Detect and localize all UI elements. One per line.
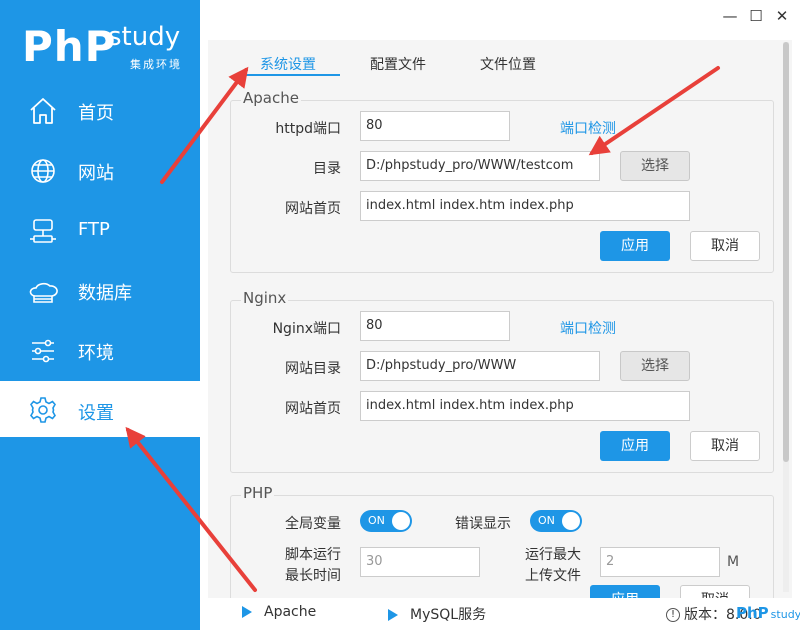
sidebar-item-label: 数据库 (78, 283, 132, 304)
mini-logo-php: PhP (736, 604, 769, 622)
toggle-text: ON (538, 514, 555, 527)
choose-button[interactable]: 选择 (620, 351, 690, 381)
play-icon (242, 606, 252, 618)
nginx-port-label: Nginx端口 (272, 321, 341, 337)
apply-button[interactable]: 应用 (600, 431, 670, 461)
website-dir-label: 网站目录 (285, 361, 341, 377)
mysql-service[interactable]: MySQL服务 (388, 604, 486, 624)
error-display-label: 错误显示 (455, 516, 511, 532)
minimize-button[interactable]: — (720, 6, 740, 26)
sidebar-item-label: 首页 (78, 103, 114, 124)
website-dir-input[interactable]: D:/phpstudy_pro/WWW (360, 351, 600, 381)
max-exec-label-line1: 脚本运行 (285, 547, 341, 563)
directory-label: 目录 (313, 161, 341, 177)
cancel-button[interactable]: 取消 (690, 431, 760, 461)
sidebar-item-home[interactable]: 首页 (0, 84, 200, 140)
scrollbar-thumb[interactable] (783, 42, 789, 462)
maximize-button[interactable]: ☐ (746, 6, 766, 26)
logo-study: study (108, 22, 181, 52)
scrollbar[interactable] (783, 42, 789, 592)
choose-button[interactable]: 选择 (620, 151, 690, 181)
max-exec-input[interactable]: 30 (360, 547, 480, 577)
settings-panel: 系统设置 配置文件 文件位置 Apache httpd端口 80 端口检测 目录… (208, 40, 792, 598)
play-icon (388, 609, 398, 621)
httpd-port-label: httpd端口 (275, 121, 341, 137)
homepage-input[interactable]: index.html index.htm index.php (360, 391, 690, 421)
max-exec-label-line2: 最长时间 (285, 568, 341, 584)
apply-button[interactable]: 应用 (600, 231, 670, 261)
globe-icon (28, 156, 58, 186)
globals-label: 全局变量 (285, 516, 341, 532)
sidebar-item-database[interactable]: 数据库 (0, 264, 200, 320)
home-icon (28, 96, 58, 126)
php-group: PHP 全局变量 ON 错误显示 ON 脚本运行 最长时间 30 运行最大 上传… (230, 484, 774, 598)
sidebar-item-label: 设置 (78, 403, 114, 424)
port-check-link[interactable]: 端口检测 (560, 318, 616, 338)
max-upload-label-line2: 上传文件 (525, 568, 581, 584)
sidebar: PhP study 集成环境 首页 网站 FTP 数据库 环境 设置 (0, 0, 200, 630)
apache-service[interactable]: Apache (242, 604, 316, 620)
mini-logo-study: study (770, 608, 800, 621)
cancel-button[interactable]: 取消 (680, 585, 750, 598)
max-upload-label-line1: 运行最大 (525, 547, 581, 563)
group-title: Nginx (241, 289, 289, 307)
mini-logo: PhP study (736, 604, 800, 622)
unit-label: M (727, 554, 740, 570)
port-check-link[interactable]: 端口检测 (560, 118, 616, 138)
sidebar-item-website[interactable]: 网站 (0, 144, 200, 200)
close-button[interactable]: ✕ (772, 6, 792, 26)
max-upload-input[interactable]: 2 (600, 547, 720, 577)
app-logo: PhP study 集成环境 (22, 18, 192, 78)
toggle-knob (392, 512, 410, 530)
gear-icon (28, 395, 58, 425)
logo-php: PhP (22, 22, 117, 71)
sliders-icon (28, 336, 58, 366)
httpd-port-input[interactable]: 80 (360, 111, 510, 141)
tab-system-settings[interactable]: 系统设置 (260, 54, 316, 74)
homepage-label: 网站首页 (285, 401, 341, 417)
toggle-text: ON (368, 514, 385, 527)
homepage-label: 网站首页 (285, 201, 341, 217)
apache-service-label: Apache (264, 604, 317, 620)
logo-subtitle: 集成环境 (130, 58, 182, 71)
group-title: PHP (241, 484, 275, 502)
cancel-button[interactable]: 取消 (690, 231, 760, 261)
tab-config-files[interactable]: 配置文件 (370, 54, 426, 74)
globals-toggle[interactable]: ON (360, 510, 412, 532)
toggle-knob (562, 512, 580, 530)
group-title: Apache (241, 89, 301, 107)
active-tab-indicator (242, 74, 340, 76)
info-icon: ! (666, 608, 680, 622)
tab-file-locations[interactable]: 文件位置 (480, 54, 536, 74)
apply-button[interactable]: 应用 (590, 585, 660, 598)
sidebar-item-ftp[interactable]: FTP (0, 204, 200, 260)
sidebar-item-environment[interactable]: 环境 (0, 324, 200, 380)
status-bar: Apache MySQL服务 ! 版本：8.0.0 PhP study (200, 598, 800, 630)
sidebar-item-label: FTP (78, 219, 110, 240)
sidebar-item-label: 网站 (78, 163, 114, 184)
apache-group: Apache httpd端口 80 端口检测 目录 D:/phpstudy_pr… (230, 89, 774, 273)
nginx-port-input[interactable]: 80 (360, 311, 510, 341)
nginx-group: Nginx Nginx端口 80 端口检测 网站目录 D:/phpstudy_p… (230, 289, 774, 473)
homepage-input[interactable]: index.html index.htm index.php (360, 191, 690, 221)
sidebar-item-label: 环境 (78, 343, 114, 364)
directory-input[interactable]: D:/phpstudy_pro/WWW/testcom (360, 151, 600, 181)
error-display-toggle[interactable]: ON (530, 510, 582, 532)
mysql-service-label: MySQL服务 (410, 607, 487, 623)
ftp-icon (28, 216, 58, 246)
sidebar-item-settings[interactable]: 设置 (0, 381, 200, 437)
database-icon (28, 276, 58, 306)
tab-bar: 系统设置 配置文件 文件位置 (208, 40, 792, 76)
